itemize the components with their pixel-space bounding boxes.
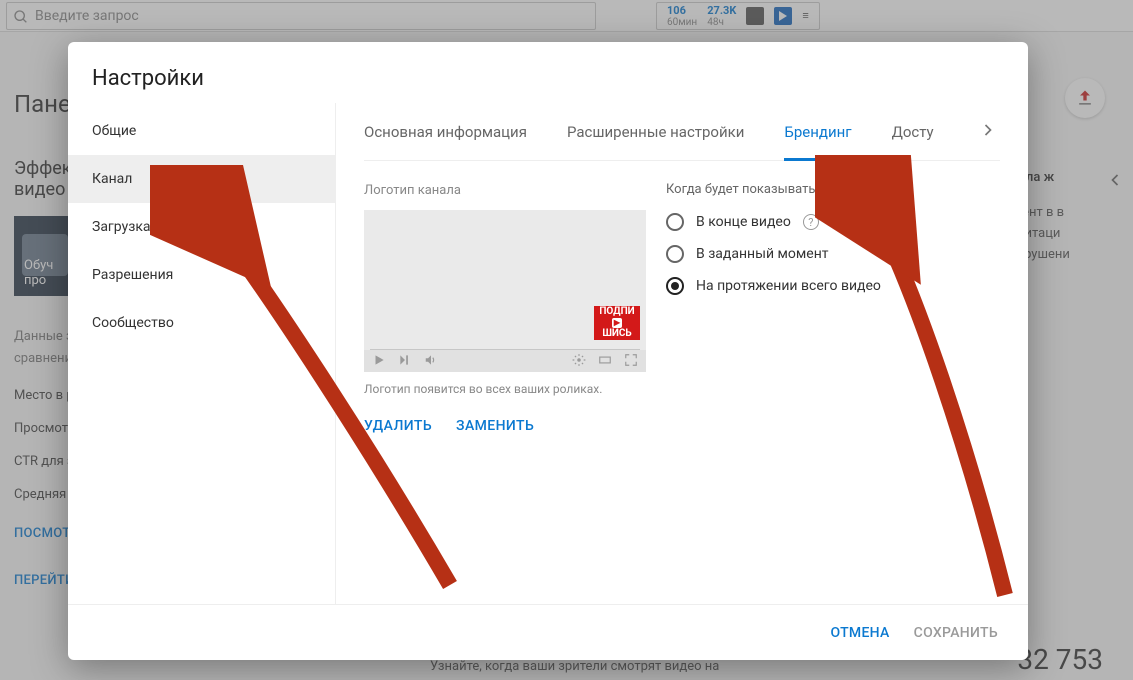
tab-access[interactable]: Досту — [892, 103, 934, 160]
settings-modal: Настройки Общие Канал Загрузка видео Раз… — [68, 42, 1028, 660]
modal-title: Настройки — [68, 42, 1028, 103]
display-timing-group: Когда будет показываться логотип ? В кон… — [666, 181, 966, 309]
theater-icon[interactable] — [598, 352, 612, 371]
sidebar-item-community[interactable]: Сообщество — [68, 299, 335, 347]
delete-button[interactable]: УДАЛИТЬ — [364, 418, 432, 434]
tab-advanced[interactable]: Расширенные настройки — [567, 103, 744, 160]
volume-icon[interactable] — [424, 352, 438, 371]
tab-bar: Основная информация Расширенные настройк… — [364, 103, 1000, 161]
gear-icon[interactable] — [572, 352, 586, 371]
hint-text: Логотип появится во всех ваших роликах. — [364, 382, 646, 396]
sidebar-item-permissions[interactable]: Разрешения — [68, 251, 335, 299]
sidebar-item-general[interactable]: Общие — [68, 107, 335, 155]
radio-group-label: Когда будет показываться логотип — [666, 182, 881, 197]
help-icon[interactable]: ? — [803, 214, 819, 230]
help-icon[interactable]: ? — [887, 181, 903, 197]
sidebar-item-channel[interactable]: Канал — [68, 155, 335, 203]
play-icon[interactable] — [372, 352, 386, 371]
fullscreen-icon[interactable] — [624, 352, 638, 371]
next-icon[interactable] — [398, 352, 412, 371]
channel-watermark: ПОДПИ ▶ ШИСЬ — [594, 306, 640, 340]
video-preview: ПОДПИ ▶ ШИСЬ — [364, 210, 646, 372]
settings-sidebar: Общие Канал Загрузка видео Разрешения Со… — [68, 103, 336, 604]
settings-content: Основная информация Расширенные настройк… — [336, 103, 1028, 604]
radio-end-of-video[interactable]: В конце видео ? — [666, 213, 966, 231]
radio-entire-video[interactable]: На протяжении всего видео — [666, 277, 966, 295]
save-button[interactable]: СОХРАНИТЬ — [914, 625, 998, 641]
tabs-scroll-right[interactable] — [978, 120, 1000, 144]
radio-custom-time[interactable]: В заданный момент — [666, 245, 966, 263]
replace-button[interactable]: ЗАМЕНИТЬ — [456, 418, 534, 434]
video-controls — [364, 350, 646, 372]
tab-branding[interactable]: Брендинг — [784, 103, 851, 160]
sidebar-item-upload[interactable]: Загрузка видео — [68, 203, 335, 251]
tab-basic-info[interactable]: Основная информация — [364, 103, 527, 160]
chevron-right-icon — [978, 120, 998, 140]
cancel-button[interactable]: ОТМЕНА — [830, 625, 889, 641]
modal-footer: ОТМЕНА СОХРАНИТЬ — [68, 604, 1028, 660]
